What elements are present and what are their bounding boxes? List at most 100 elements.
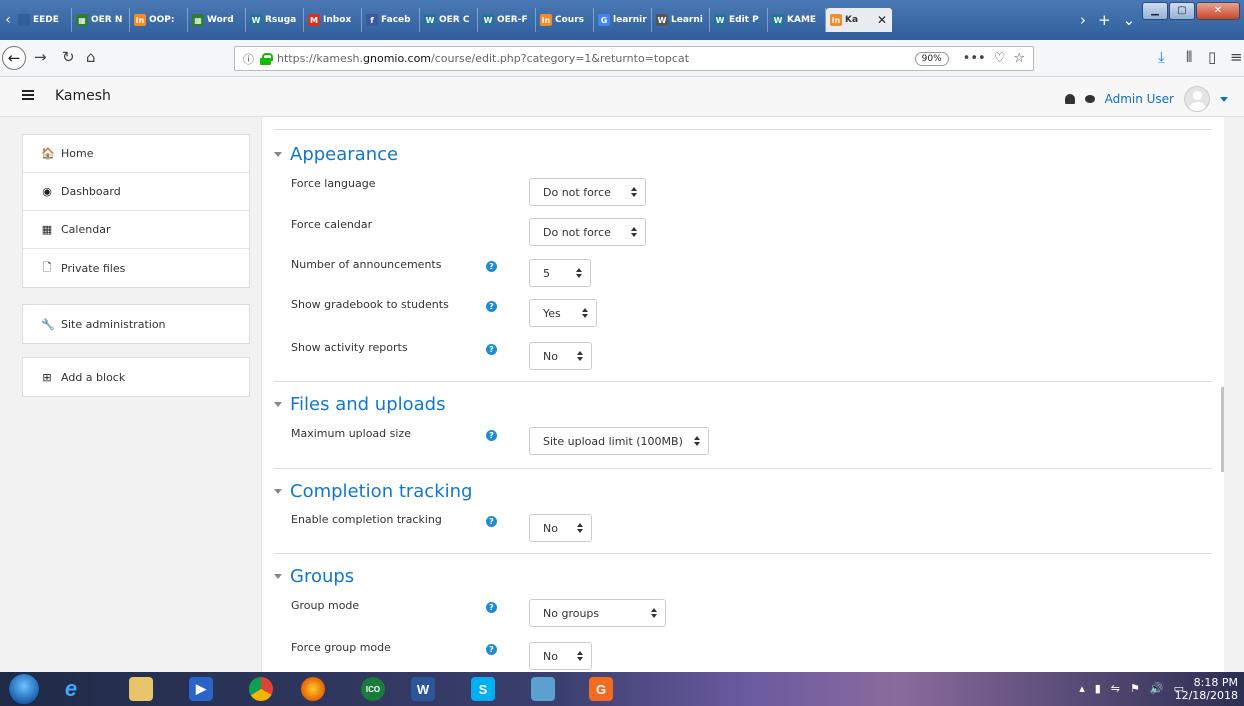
home-page-icon[interactable]: ⌂: [86, 48, 96, 66]
tab-scroll-left-icon[interactable]: ‹: [2, 8, 14, 32]
taskbar-explorer-icon[interactable]: [118, 675, 164, 703]
menu-icon[interactable]: ≡: [1230, 48, 1243, 66]
show-hidden-icons-icon[interactable]: ▴: [1079, 682, 1085, 695]
nav-item-site-administration[interactable]: 🔧 Site administration: [23, 305, 249, 343]
browser-tab[interactable]: W Edit P: [710, 8, 768, 32]
help-icon[interactable]: ?: [486, 516, 497, 527]
select-group-mode[interactable]: No groups: [529, 599, 666, 627]
bookmark-star-icon[interactable]: ☆: [1013, 51, 1025, 66]
page-actions-icon[interactable]: •••: [963, 51, 986, 66]
help-icon[interactable]: ?: [486, 344, 497, 355]
select-force-calendar[interactable]: Do not force: [529, 218, 646, 246]
help-icon[interactable]: ?: [486, 261, 497, 272]
add-a-block-button[interactable]: ⊞ Add a block: [23, 358, 249, 396]
browser-tab[interactable]: W Learni: [652, 8, 710, 32]
collapse-arrow-icon[interactable]: [274, 152, 282, 157]
browser-tab[interactable]: W KAME: [768, 8, 826, 32]
taskbar-media-icon[interactable]: ▶: [178, 675, 224, 703]
section-title[interactable]: Files and uploads: [290, 394, 446, 415]
flag-icon[interactable]: ⚑: [1130, 682, 1140, 695]
user-menu-chevron-down-icon[interactable]: [1220, 96, 1228, 102]
browser-tab[interactable]: M Inbox: [304, 8, 362, 32]
collapse-arrow-icon[interactable]: [274, 489, 282, 494]
usb-icon[interactable]: ⇋: [1111, 682, 1120, 695]
nav-item-dashboard[interactable]: ◉ Dashboard: [23, 173, 249, 211]
nav-drawer-toggle-icon[interactable]: [22, 90, 34, 100]
browser-tab[interactable]: ▦ Word: [188, 8, 246, 32]
back-icon[interactable]: ←: [2, 46, 26, 70]
select-maximum-upload-size[interactable]: Site upload limit (100MB): [529, 427, 709, 455]
url-text[interactable]: https://kamesh.gnomio.com/course/edit.ph…: [277, 52, 909, 65]
section-title[interactable]: Completion tracking: [290, 481, 472, 502]
nav-item-calendar[interactable]: ▦ Calendar: [23, 211, 249, 249]
site-name[interactable]: Kamesh: [55, 88, 111, 104]
minimize-icon[interactable]: ▁: [1142, 2, 1168, 20]
taskbar-photos-icon[interactable]: [520, 675, 566, 703]
collapse-arrow-icon[interactable]: [274, 574, 282, 579]
select-value: No groups: [543, 606, 600, 620]
browser-tab[interactable]: f Faceb: [362, 8, 420, 32]
url-bar[interactable]: ⓘ https://kamesh.gnomio.com/course/edit.…: [234, 46, 1034, 71]
avatar[interactable]: [1184, 86, 1210, 112]
close-window-icon[interactable]: ✕: [1196, 2, 1240, 20]
section-header-files[interactable]: Files and uploads: [274, 394, 446, 415]
reload-icon[interactable]: ↻: [62, 48, 75, 66]
select-show-activity-reports[interactable]: No: [529, 342, 592, 370]
sidebar-toggle-icon[interactable]: ▯: [1208, 48, 1216, 66]
select-enable-completion-tracking[interactable]: No: [529, 514, 592, 542]
browser-tab[interactable]: W Rsuga: [246, 8, 304, 32]
help-icon[interactable]: ?: [486, 430, 497, 441]
browser-tab[interactable]: in OOP:: [130, 8, 188, 32]
section-title[interactable]: Appearance: [290, 144, 398, 165]
taskbar-clock[interactable]: 8:18 PM 12/18/2018: [1175, 676, 1238, 702]
select-show-gradebook-to-students[interactable]: Yes: [529, 299, 597, 327]
select-number-of-announcements[interactable]: 5: [529, 259, 591, 287]
nav-item-private-files[interactable]: 🗋 Private files: [23, 249, 249, 287]
section-header-completion[interactable]: Completion tracking: [274, 481, 472, 502]
close-tab-icon[interactable]: ✕: [877, 13, 887, 27]
browser-tab[interactable]: ▦ OER N: [72, 8, 130, 32]
page-scrollbar[interactable]: [1221, 387, 1224, 472]
browser-tab[interactable]: EEDE: [14, 8, 72, 32]
user-name[interactable]: Admin User: [1105, 92, 1174, 106]
taskbar-chrome-icon[interactable]: [238, 675, 284, 703]
browser-tab[interactable]: in Cours: [536, 8, 594, 32]
browser-tab-active[interactable]: in Ka ✕: [826, 8, 892, 32]
network-icon[interactable]: ▮: [1095, 682, 1101, 695]
select-force-group-mode[interactable]: No: [529, 642, 592, 670]
skype-icon: S: [471, 677, 495, 701]
taskbar-pdf-icon[interactable]: G: [578, 675, 624, 703]
browser-tab[interactable]: Glearnir: [594, 8, 652, 32]
taskbar-ie-icon[interactable]: e: [48, 675, 94, 703]
notifications-bell-icon[interactable]: [1064, 94, 1075, 104]
download-icon[interactable]: ⤓: [1158, 48, 1165, 66]
lock-icon[interactable]: [260, 52, 273, 65]
section-header-groups[interactable]: Groups: [274, 566, 354, 587]
zoom-level-badge[interactable]: 90%: [914, 51, 949, 66]
section-title[interactable]: Groups: [290, 566, 354, 587]
taskbar-app-icon[interactable]: ICO: [350, 675, 396, 703]
collapse-arrow-icon[interactable]: [274, 402, 282, 407]
nav-item-home[interactable]: 🏠 Home: [23, 135, 249, 173]
tab-scroll-right-icon[interactable]: ›: [1080, 8, 1086, 32]
pocket-icon[interactable]: ♡: [994, 51, 1006, 66]
forward-icon[interactable]: →: [34, 48, 47, 66]
browser-tab[interactable]: W OER-F: [478, 8, 536, 32]
new-tab-icon[interactable]: +: [1098, 8, 1111, 32]
taskbar-skype-icon[interactable]: S: [460, 675, 506, 703]
site-info-icon[interactable]: ⓘ: [243, 51, 254, 67]
help-icon[interactable]: ?: [486, 301, 497, 312]
volume-icon[interactable]: 🔊: [1150, 682, 1164, 695]
select-force-language[interactable]: Do not force: [529, 178, 646, 206]
browser-tab[interactable]: W OER C: [420, 8, 478, 32]
messages-icon[interactable]: [1084, 95, 1095, 103]
tab-list-dropdown-icon[interactable]: ⌄: [1123, 8, 1136, 32]
taskbar-word-icon[interactable]: W: [400, 675, 446, 703]
section-header-appearance[interactable]: Appearance: [274, 144, 398, 165]
help-icon[interactable]: ?: [486, 644, 497, 655]
start-button[interactable]: [8, 673, 40, 705]
library-icon[interactable]: ⫴: [1186, 48, 1192, 66]
maximize-icon[interactable]: ▢: [1169, 2, 1195, 20]
help-icon[interactable]: ?: [486, 602, 497, 613]
taskbar-firefox-icon[interactable]: [290, 675, 336, 703]
